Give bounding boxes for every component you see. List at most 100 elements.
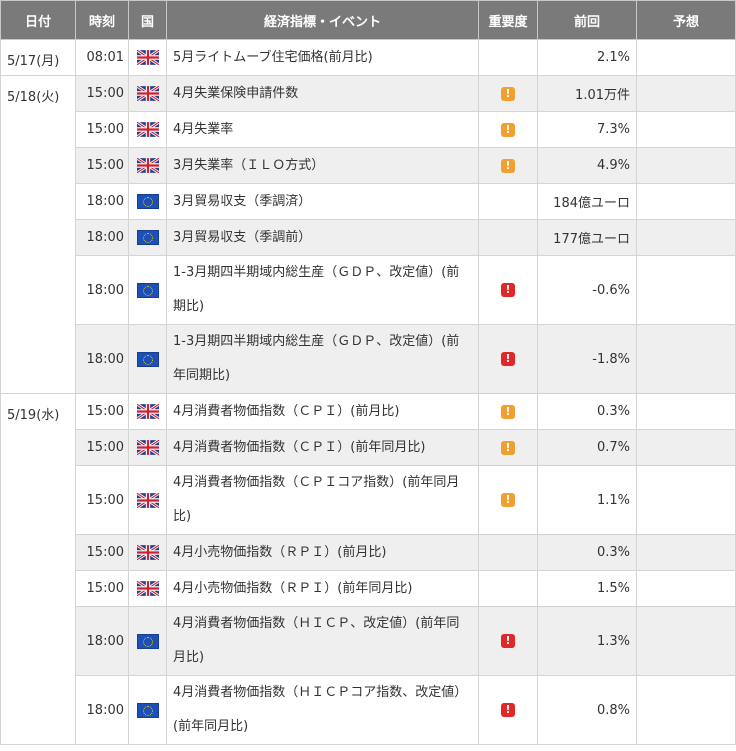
table-row: 5/19(水) 15:00 4月消費者物価指数（ＣＰＩ）(前月比)! 0.3%: [0, 393, 736, 745]
importance-cell: !: [478, 324, 538, 394]
previous-cell: 7.3%: [537, 111, 637, 148]
time-cell: 15:00: [75, 393, 129, 430]
table-row: 18:00 3月貿易収支（季調前） 177億ユーロ: [1, 219, 736, 256]
event-cell: 4月消費者物価指数（ＨＩＣＰ、改定値）(前年同月比): [166, 606, 479, 676]
uk-flag-icon: [136, 545, 159, 560]
uk-flag-icon: [136, 50, 159, 65]
time-cell: 15:00: [75, 570, 129, 607]
importance-high-icon: !: [501, 283, 515, 297]
uk-flag-icon: [136, 404, 159, 419]
table-row: 18:00 1-3月期四半期域内総生産（ＧＤＰ、改定値）(前年同期比)! -1.8%: [1, 324, 736, 394]
header-importance: 重要度: [478, 0, 538, 40]
country-cell: [128, 111, 167, 148]
importance-cell: [478, 183, 538, 220]
importance-cell: !: [478, 75, 538, 112]
previous-cell: 1.01万件: [537, 75, 637, 112]
forecast-cell: [636, 75, 736, 112]
eu-flag-icon: [136, 702, 159, 718]
header-country: 国: [128, 0, 167, 40]
forecast-cell: [636, 429, 736, 466]
importance-high-icon: !: [501, 352, 515, 366]
previous-cell: 0.3%: [537, 534, 637, 571]
country-cell: [128, 324, 167, 394]
country-cell: [128, 183, 167, 220]
forecast-cell: [636, 219, 736, 256]
time-cell: 18:00: [75, 606, 129, 676]
country-cell: [128, 219, 167, 256]
table-row: 15:00 4月小売物価指数（ＲＰＩ）(前年同月比) 1.5%: [1, 570, 736, 607]
uk-flag-icon: [136, 581, 159, 596]
event-cell: 4月消費者物価指数（ＣＰＩ）(前年同月比): [166, 429, 479, 466]
date-cell: 5/19(水): [0, 393, 76, 745]
previous-cell: -0.6%: [537, 255, 637, 325]
country-cell: [128, 147, 167, 184]
previous-cell: 1.5%: [537, 570, 637, 607]
event-cell: 3月失業率（ＩＬＯ方式）: [166, 147, 479, 184]
table-row: 15:00 4月失業率! 7.3%: [1, 111, 736, 148]
uk-flag-icon: [136, 492, 159, 508]
importance-cell: [478, 534, 538, 571]
importance-cell: !: [478, 147, 538, 184]
previous-cell: 184億ユーロ: [537, 183, 637, 220]
forecast-cell: [636, 111, 736, 148]
event-cell: 4月消費者物価指数（ＣＰＩ）(前月比): [166, 393, 479, 430]
importance-cell: !: [478, 465, 538, 535]
previous-cell: 1.3%: [537, 606, 637, 676]
previous-cell: 1.1%: [537, 465, 637, 535]
forecast-cell: [636, 393, 736, 430]
event-cell: 4月小売物価指数（ＲＰＩ）(前年同月比): [166, 570, 479, 607]
date-cell: 5/18(火): [0, 75, 76, 394]
importance-cell: !: [478, 111, 538, 148]
event-cell: 4月失業保険申請件数: [166, 75, 479, 112]
header-date: 日付: [0, 0, 76, 40]
importance-cell: [478, 570, 538, 607]
time-cell: 15:00: [75, 429, 129, 466]
table-row: 15:00 3月失業率（ＩＬＯ方式）! 4.9%: [1, 147, 736, 184]
time-cell: 18:00: [75, 324, 129, 394]
eu-flag-icon: [136, 351, 159, 367]
time-cell: 18:00: [75, 219, 129, 256]
importance-mid-icon: !: [501, 404, 515, 419]
importance-high-icon: !: [501, 703, 515, 717]
forecast-cell: [636, 675, 736, 745]
country-cell: [128, 570, 167, 607]
country-cell: [128, 534, 167, 571]
eu-flag-icon: [136, 633, 159, 649]
table-row: 15:00 4月消費者物価指数（ＣＰＩ）(前年同月比)! 0.7%: [1, 429, 736, 466]
time-cell: 15:00: [75, 111, 129, 148]
time-cell: 15:00: [75, 534, 129, 571]
previous-cell: 2.1%: [537, 39, 637, 76]
forecast-cell: [636, 255, 736, 325]
forecast-cell: [636, 147, 736, 184]
forecast-cell: [636, 324, 736, 394]
eu-flag-icon: [136, 282, 159, 298]
country-cell: [128, 393, 167, 430]
importance-cell: !: [478, 255, 538, 325]
importance-cell: !: [478, 606, 538, 676]
table-row: 18:00 4月消費者物価指数（ＨＩＣＰ、改定値）(前年同月比)! 1.3%: [1, 606, 736, 676]
uk-flag-icon: [136, 86, 159, 101]
event-cell: 3月貿易収支（季調前）: [166, 219, 479, 256]
previous-cell: 4.9%: [537, 147, 637, 184]
importance-cell: !: [478, 429, 538, 466]
header-time: 時刻: [75, 0, 129, 40]
table-row: 5/17(月) 08:01 5月ライトムーブ住宅価格(前月比) 2.1%: [0, 39, 736, 76]
importance-mid-icon: !: [501, 86, 515, 101]
table-row: 18:00 3月貿易収支（季調済） 184億ユーロ: [1, 183, 736, 220]
event-cell: 3月貿易収支（季調済）: [166, 183, 479, 220]
event-cell: 1-3月期四半期域内総生産（ＧＤＰ、改定値）(前年同期比): [166, 324, 479, 394]
time-cell: 08:01: [75, 39, 129, 76]
table-row: 15:00 4月消費者物価指数（ＣＰＩコア指数）(前年同月比)! 1.1%: [1, 465, 736, 535]
forecast-cell: [636, 39, 736, 76]
importance-mid-icon: !: [501, 122, 515, 137]
economic-calendar-table: 日付 時刻 国 経済指標・イベント 重要度 前回 予想 5/17(月) 08:01…: [0, 0, 736, 745]
previous-cell: 177億ユーロ: [537, 219, 637, 256]
header-row: 日付 時刻 国 経済指標・イベント 重要度 前回 予想: [0, 0, 736, 40]
time-cell: 18:00: [75, 675, 129, 745]
event-cell: 4月消費者物価指数（ＨＩＣＰコア指数、改定値）(前年同月比): [166, 675, 479, 745]
importance-cell: !: [478, 393, 538, 430]
event-cell: 4月消費者物価指数（ＣＰＩコア指数）(前年同月比): [166, 465, 479, 535]
time-cell: 15:00: [75, 75, 129, 112]
importance-mid-icon: !: [501, 158, 515, 173]
importance-cell: [478, 39, 538, 76]
